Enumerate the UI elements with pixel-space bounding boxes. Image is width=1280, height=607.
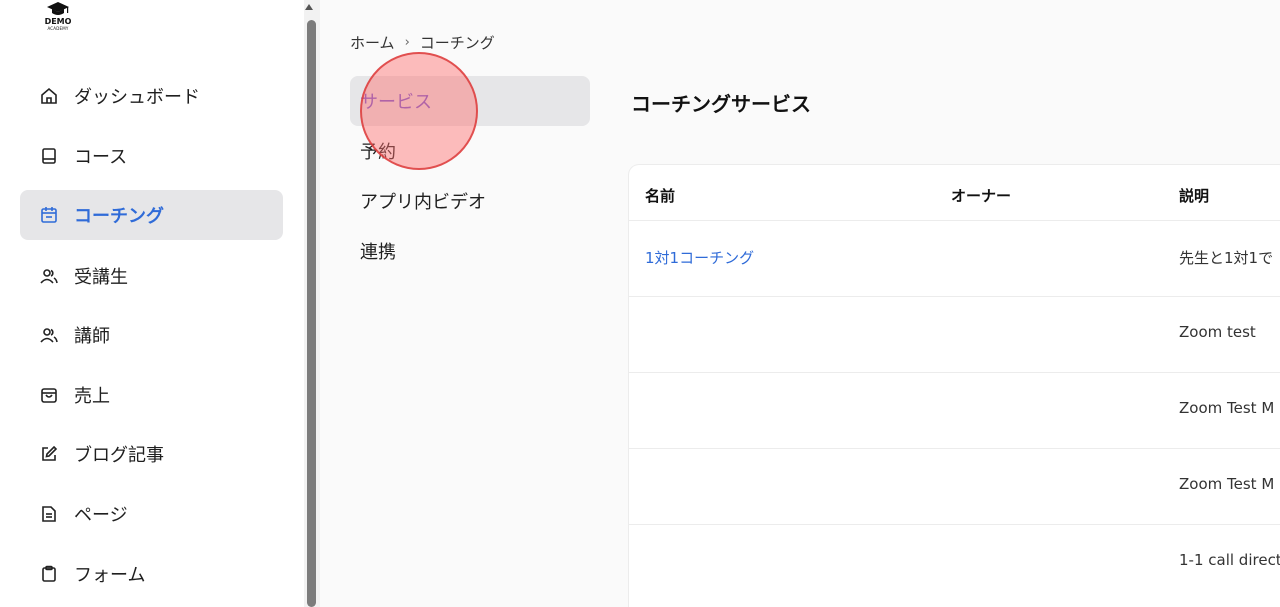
description-cell: Zoom Test M xyxy=(1179,399,1275,417)
subnav-item-label: アプリ内ビデオ xyxy=(360,192,486,213)
scrollbar-thumb[interactable] xyxy=(307,20,316,607)
breadcrumb: ホーム › コーチング xyxy=(350,32,495,53)
users-icon xyxy=(40,326,58,344)
sidebar-item-forms[interactable]: フォーム xyxy=(20,549,283,599)
sidebar: DEMO ACADEMY ダッシュボード コース コーチング 受講生 講師 売上… xyxy=(0,0,304,607)
service-name-link[interactable]: 1対1コーチング xyxy=(645,247,754,268)
shopping-bag-icon xyxy=(40,386,58,404)
sidebar-item-sales[interactable]: 売上 xyxy=(20,370,283,420)
scroll-up-arrow-icon[interactable] xyxy=(305,4,313,10)
table-row[interactable]: 1対1コーチング 先生と1対1で xyxy=(629,220,1280,296)
sidebar-item-instructors[interactable]: 講師 xyxy=(20,310,283,360)
table-row[interactable]: Zoom Test M xyxy=(629,448,1280,524)
sidebar-item-label: 講師 xyxy=(74,326,110,347)
sidebar-item-courses[interactable]: コース xyxy=(20,131,283,181)
sidebar-item-label: 売上 xyxy=(74,386,110,407)
clipboard-icon xyxy=(40,565,58,583)
sidebar-item-blog[interactable]: ブログ記事 xyxy=(20,429,283,479)
breadcrumb-current: コーチング xyxy=(419,34,495,52)
logo[interactable]: DEMO ACADEMY xyxy=(38,2,78,40)
table-row[interactable]: Zoom Test M xyxy=(629,372,1280,448)
users-icon xyxy=(40,267,58,285)
sidebar-item-label: コーチング xyxy=(74,206,164,227)
sidebar-item-label: 受講生 xyxy=(74,267,128,288)
sidebar-item-label: コース xyxy=(74,147,128,168)
sidebar-item-label: ダッシュボード xyxy=(74,87,200,108)
logo-subtext: ACADEMY xyxy=(47,26,69,31)
description-cell: Zoom test xyxy=(1179,323,1256,341)
home-icon xyxy=(40,87,58,105)
subnav-item-bookings[interactable]: 予約 xyxy=(350,126,590,176)
description-cell: Zoom Test M xyxy=(1179,475,1275,493)
column-header-owner[interactable]: オーナー xyxy=(951,185,1011,206)
file-text-icon xyxy=(40,505,58,523)
sidebar-item-dashboard[interactable]: ダッシュボード xyxy=(20,71,283,121)
sidebar-item-label: フォーム xyxy=(74,565,146,586)
page-title: コーチングサービス xyxy=(631,92,811,116)
chevron-right-icon: › xyxy=(404,35,410,50)
subnav-item-label: 連携 xyxy=(360,242,396,263)
sidebar-item-pages[interactable]: ページ xyxy=(20,489,283,539)
description-cell: 先生と1対1で xyxy=(1179,249,1274,267)
sidebar-item-label: ページ xyxy=(74,505,128,526)
services-table: 名前 オーナー 説明 1対1コーチング 先生と1対1で Zoom test Zo… xyxy=(629,165,1280,607)
subnav-item-services[interactable]: サービス xyxy=(350,76,590,126)
sidebar-item-label: ブログ記事 xyxy=(74,445,164,466)
calendar-icon xyxy=(40,206,58,224)
column-header-name[interactable]: 名前 xyxy=(645,185,675,206)
book-icon xyxy=(40,147,58,165)
edit-icon xyxy=(40,445,58,463)
subnav-item-in-app-video[interactable]: アプリ内ビデオ xyxy=(350,176,590,226)
table-row[interactable]: 1-1 call direct xyxy=(629,524,1280,600)
column-header-description[interactable]: 説明 xyxy=(1179,185,1209,206)
subnav-item-label: サービス xyxy=(360,92,432,113)
graduation-cap-icon xyxy=(47,2,69,15)
table-row[interactable]: Zoom test xyxy=(629,296,1280,372)
description-cell: 1-1 call direct xyxy=(1179,551,1280,569)
breadcrumb-home[interactable]: ホーム xyxy=(350,32,395,53)
subnav-item-label: 予約 xyxy=(360,142,396,163)
subnav-item-integrations[interactable]: 連携 xyxy=(350,226,590,276)
sidebar-item-coaching[interactable]: コーチング xyxy=(20,190,283,240)
logo-text: DEMO xyxy=(44,17,72,26)
sidebar-item-students[interactable]: 受講生 xyxy=(20,251,283,301)
